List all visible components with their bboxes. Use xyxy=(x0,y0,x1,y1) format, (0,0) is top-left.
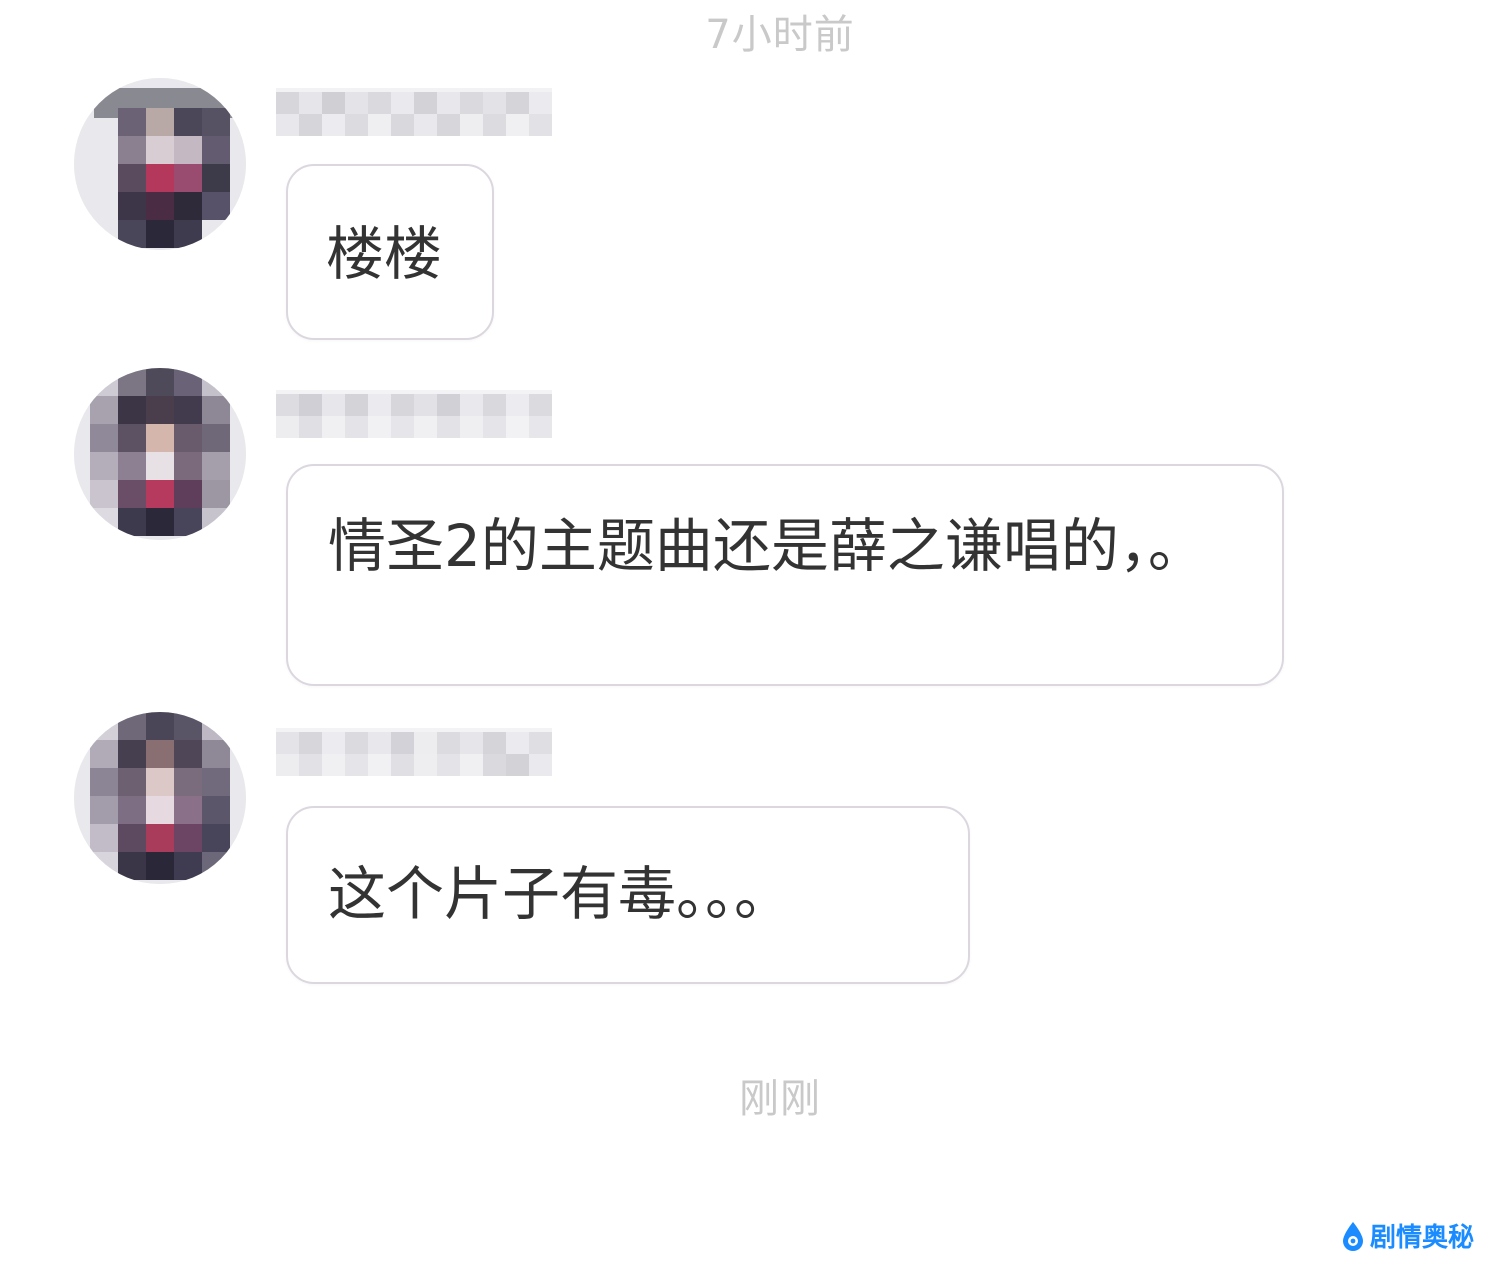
pixelated-name-icon xyxy=(276,390,552,438)
pixelated-avatar-icon xyxy=(74,78,246,250)
pixelated-avatar-icon xyxy=(74,712,246,884)
pixelated-avatar-icon xyxy=(74,368,246,540)
message-text: 楼楼 xyxy=(326,220,443,288)
message-text: 这个片子有毒。。。 xyxy=(328,860,793,928)
message-bubble[interactable]: 情圣2的主题曲还是薛之谦唱的，。 xyxy=(286,464,1284,686)
username-blurred[interactable] xyxy=(276,728,552,776)
chat-message: 这个片子有毒。。。 xyxy=(0,712,1500,990)
message-bubble[interactable]: 楼楼 xyxy=(286,164,494,340)
chat-message: 情圣2的主题曲还是薛之谦唱的，。 xyxy=(0,368,1500,690)
chat-message: 楼楼 xyxy=(0,78,1500,348)
avatar-blurred[interactable] xyxy=(74,368,246,540)
pixelated-name-icon xyxy=(276,88,552,136)
pixelated-name-icon xyxy=(276,728,552,776)
watermark-logo: 剧情奥秘 xyxy=(1340,1217,1474,1254)
message-text: 情圣2的主题曲还是薛之谦唱的，。 xyxy=(328,512,1206,580)
username-blurred[interactable] xyxy=(276,390,552,438)
watermark-text: 剧情奥秘 xyxy=(1369,1223,1474,1253)
avatar-blurred[interactable] xyxy=(74,78,246,250)
timestamp-top: 7小时前 xyxy=(705,12,855,58)
username-blurred[interactable] xyxy=(276,88,552,136)
drop-logo-icon xyxy=(1342,1221,1363,1251)
avatar-blurred[interactable] xyxy=(74,712,246,884)
timestamp-bottom: 刚刚 xyxy=(739,1076,821,1122)
message-bubble[interactable]: 这个片子有毒。。。 xyxy=(286,806,970,984)
